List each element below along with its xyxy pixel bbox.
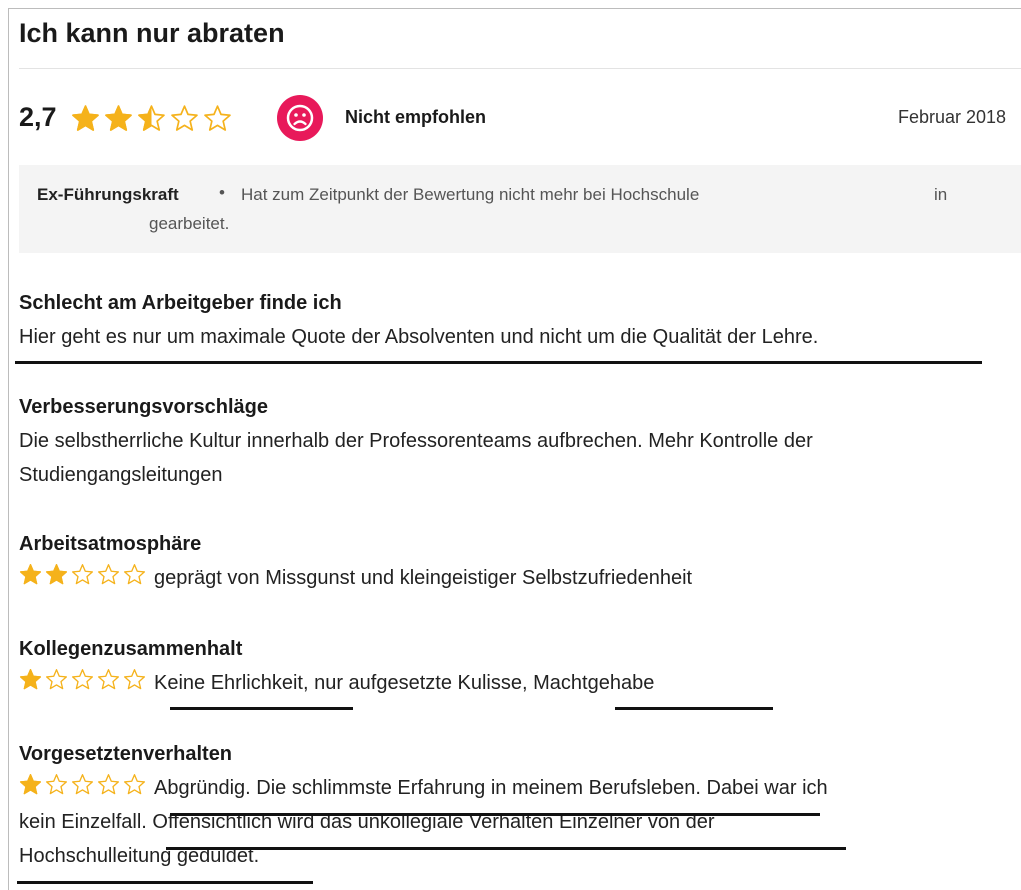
bullet-separator: •: [219, 183, 225, 202]
divider: [19, 68, 1021, 69]
star-empty-icon: [171, 105, 198, 131]
section-heading: Kollegenzusammenhalt: [19, 638, 243, 660]
star-empty-icon: [123, 669, 146, 690]
underline-mark: [17, 881, 313, 884]
underline-mark: [615, 707, 773, 710]
star-filled-icon: [105, 105, 132, 131]
section-atmosphaere: Arbeitsatmosphäre geprägt von Missgunst …: [19, 533, 692, 595]
underline-mark: [15, 361, 982, 364]
star-empty-icon: [71, 669, 94, 690]
section-text: geprägt von Missgunst und kleingeistiger…: [154, 567, 693, 589]
star-empty-icon: [97, 669, 120, 690]
rating-row: 2,7 Nicht empfohlen Februar 2018: [19, 95, 1021, 141]
review-date: Februar 2018: [898, 107, 1007, 127]
overall-stars: [71, 104, 232, 133]
star-empty-icon: [97, 564, 120, 585]
star-half-icon: [138, 105, 165, 131]
section-text-part-1: Keine Ehrlichkeit: [154, 672, 303, 694]
star-filled-icon: [72, 105, 99, 131]
recommendation-label: Nicht empfohlen: [345, 107, 487, 127]
employment-status-text-2: gearbeitet.: [149, 214, 230, 233]
section-heading: Arbeitsatmosphäre: [19, 533, 202, 555]
underline-mark: [166, 847, 846, 850]
section-heading: Verbesserungsvorschläge: [19, 396, 269, 418]
section-kollegen: Kollegenzusammenhalt Keine Ehrlichkeit, …: [19, 638, 654, 700]
underline-mark: [170, 707, 353, 710]
section-text-line-1a: Abgründig. Die schlimmste Erfahrung in m…: [154, 777, 701, 799]
section-text-line-2: Studiengangsleitungen: [19, 464, 223, 486]
star-empty-icon: [123, 564, 146, 585]
category-stars: [19, 563, 146, 586]
overall-score: 2,7: [19, 102, 57, 132]
section-text: Hier geht es nur um maximale Quote der A…: [19, 326, 819, 348]
star-filled-icon: [19, 669, 42, 690]
section-text-line-3: Hochschulleitung geduldet.: [19, 845, 260, 867]
section-heading: Vorgesetztenverhalten: [19, 743, 233, 765]
category-stars: [19, 668, 146, 691]
star-empty-icon: [97, 774, 120, 795]
sad-face-icon: [277, 95, 323, 141]
section-text-line-1: Die selbstherrliche Kultur innerhalb der…: [19, 430, 813, 452]
star-empty-icon: [204, 105, 231, 131]
reviewer-role: Ex-Führungskraft: [37, 185, 179, 204]
star-empty-icon: [45, 669, 68, 690]
section-heading: Schlecht am Arbeitgeber finde ich: [19, 292, 342, 314]
star-empty-icon: [71, 774, 94, 795]
star-empty-icon: [123, 774, 146, 795]
section-text-part-3: Machtgehabe: [533, 672, 655, 694]
star-filled-icon: [19, 774, 42, 795]
employment-status-in: in: [934, 185, 948, 204]
review-title: Ich kann nur abraten: [19, 18, 285, 48]
underline-mark: [170, 813, 820, 816]
section-text-line-2a: kein Einzelfall.: [19, 811, 153, 833]
section-text-line-1b: Dabei war ich: [700, 777, 828, 799]
section-verbesserung: Verbesserungsvorschläge Die selbstherrli…: [19, 396, 813, 492]
star-empty-icon: [45, 774, 68, 795]
reviewer-info-box: Ex-Führungskraft • Hat zum Zeitpunkt der…: [19, 165, 1021, 253]
star-filled-icon: [19, 564, 42, 585]
star-empty-icon: [71, 564, 94, 585]
section-vorgesetzte: Vorgesetztenverhalten Abgründig. Die sch…: [19, 743, 828, 873]
section-schlecht: Schlecht am Arbeitgeber finde ich Hier g…: [19, 292, 818, 354]
category-stars: [19, 773, 146, 796]
section-text-part-2: , nur aufgesetzte Kulisse,: [302, 672, 534, 694]
employment-status-text: Hat zum Zeitpunkt der Bewertung nicht me…: [241, 185, 700, 204]
star-filled-icon: [45, 564, 68, 585]
